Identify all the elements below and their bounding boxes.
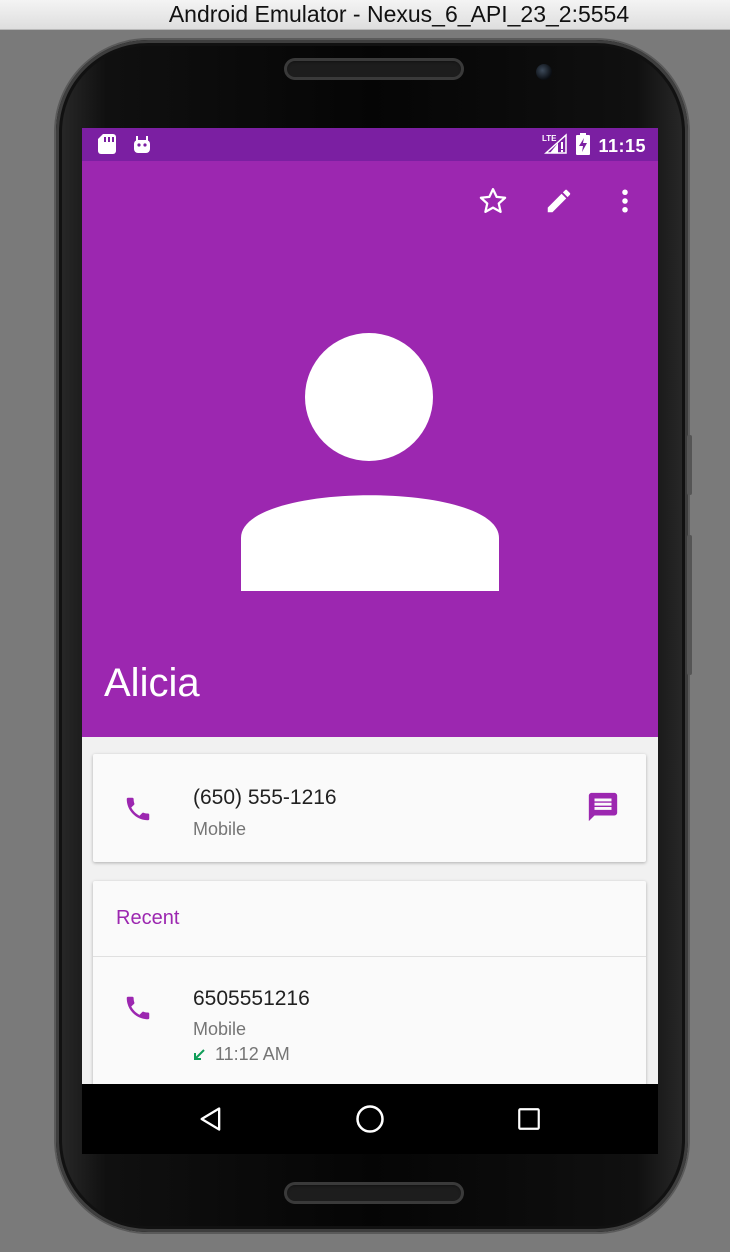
bottom-speaker-grille <box>284 1182 464 1204</box>
message-icon <box>588 792 618 822</box>
lte-signal-icon: LTE <box>542 133 568 160</box>
phone-type: Mobile <box>193 819 247 839</box>
recent-call-number: 6505551216 <box>193 987 310 1010</box>
back-icon <box>200 1107 221 1131</box>
phone-number: (650) 555-1216 <box>193 786 337 809</box>
home-button[interactable] <box>340 1089 400 1149</box>
power-button[interactable] <box>687 535 692 675</box>
sd-card-icon <box>98 134 116 159</box>
incoming-call-arrow-icon <box>194 1048 205 1060</box>
recents-button[interactable] <box>499 1089 559 1149</box>
navigation-bar <box>82 1084 658 1154</box>
status-bar: LTE 11:15 <box>82 128 658 161</box>
svg-text:LTE: LTE <box>542 134 557 143</box>
back-button[interactable] <box>181 1089 241 1149</box>
top-speaker-grille <box>284 58 464 80</box>
more-vert-icon <box>622 189 628 213</box>
phone-icon <box>123 794 153 829</box>
status-clock: 11:15 <box>598 136 646 156</box>
recents-icon <box>517 1108 540 1130</box>
more-options-button[interactable] <box>592 181 658 221</box>
contact-name: Alicia <box>104 661 200 705</box>
emulator-title-bar: Android Emulator - Nexus_6_API_23_2:5554 <box>0 0 730 30</box>
divider <box>93 956 646 957</box>
phone-icon <box>123 993 153 1028</box>
edit-contact-button[interactable] <box>526 181 592 221</box>
front-camera <box>536 64 552 80</box>
recent-section-title: Recent <box>116 907 180 929</box>
send-message-button[interactable] <box>586 790 620 829</box>
window-title: Android Emulator - Nexus_6_API_23_2:5554 <box>168 1 630 27</box>
battery-charging-icon <box>576 133 591 160</box>
contact-avatar <box>241 331 499 596</box>
edit-icon <box>547 189 571 213</box>
star-icon <box>479 188 507 213</box>
person-placeholder-icon <box>241 333 499 591</box>
home-icon <box>356 1105 384 1133</box>
favorite-button[interactable] <box>460 181 526 221</box>
recent-call-time: 11:12 AM <box>215 1044 290 1064</box>
volume-button[interactable] <box>687 435 692 495</box>
device-screen: LTE 11:15 Alicia (650) 555-1216 Mobile R… <box>82 128 658 1084</box>
contact-header: Alicia <box>82 161 658 737</box>
android-debug-icon <box>132 134 152 159</box>
recent-call-time-row: 11:12 AM <box>191 1044 290 1065</box>
phone-number-card[interactable]: (650) 555-1216 Mobile <box>93 754 646 862</box>
recent-call-type: Mobile <box>193 1019 247 1039</box>
recent-calls-card: Recent 6505551216 Mobile 11:12 AM <box>93 881 646 1084</box>
